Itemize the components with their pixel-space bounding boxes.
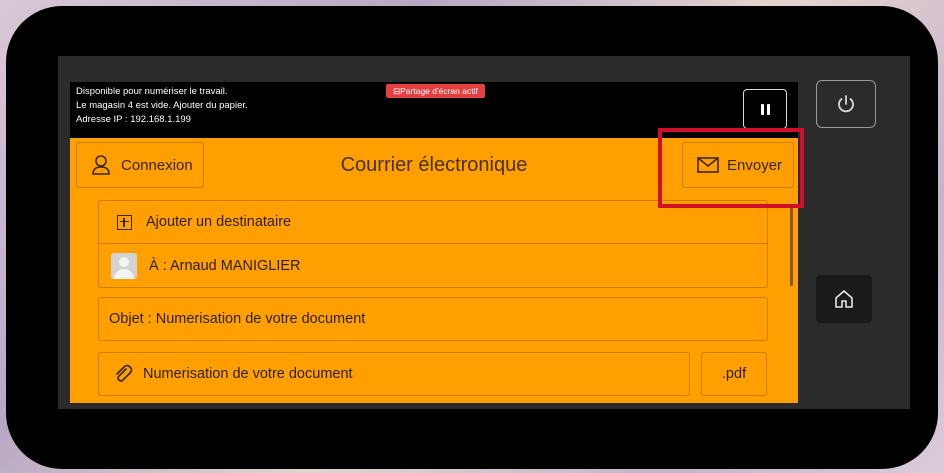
- avatar-icon: [111, 252, 137, 279]
- status-line-ip: Adresse IP : 192.168.1.199: [76, 114, 191, 125]
- screen-share-badge: ⊟Partage d'écran actif: [386, 84, 485, 98]
- recipient-row[interactable]: À : Arnaud MANIGLIER: [98, 244, 768, 288]
- status-line-ready: Disponible pour numériser le travail.: [76, 86, 228, 97]
- power-button[interactable]: [816, 80, 876, 128]
- pause-button[interactable]: [743, 89, 787, 129]
- status-line-tray: Le magasin 4 est vide. Ajouter du papier…: [76, 100, 248, 111]
- home-button[interactable]: [816, 275, 872, 323]
- connexion-label: Connexion: [121, 156, 193, 174]
- subject-field[interactable]: Objet : Numerisation de votre document: [98, 297, 768, 341]
- attachment-name-field[interactable]: Numerisation de votre document: [98, 352, 690, 396]
- pause-icon: [760, 103, 764, 115]
- add-recipient-label: Ajouter un destinataire: [146, 214, 292, 230]
- user-icon: [92, 155, 110, 175]
- connexion-button[interactable]: Connexion: [76, 142, 204, 188]
- send-button-highlight-box: [658, 128, 804, 208]
- status-messages: Disponible pour numériser le travail. Le…: [76, 85, 248, 127]
- recipient-label: À : Arnaud MANIGLIER: [149, 257, 301, 274]
- paperclip-icon: [116, 364, 133, 382]
- attachment-ext-label: .pdf: [721, 366, 747, 382]
- attachment-format-button[interactable]: .pdf: [701, 352, 767, 396]
- subject-label: Objet : Numerisation de votre document: [109, 311, 366, 327]
- plus-box-icon: [117, 214, 132, 230]
- scrollbar[interactable]: [790, 206, 793, 286]
- home-icon: [835, 290, 853, 308]
- attachment-name-label: Numerisation de votre document: [143, 366, 353, 382]
- power-icon: [838, 95, 854, 113]
